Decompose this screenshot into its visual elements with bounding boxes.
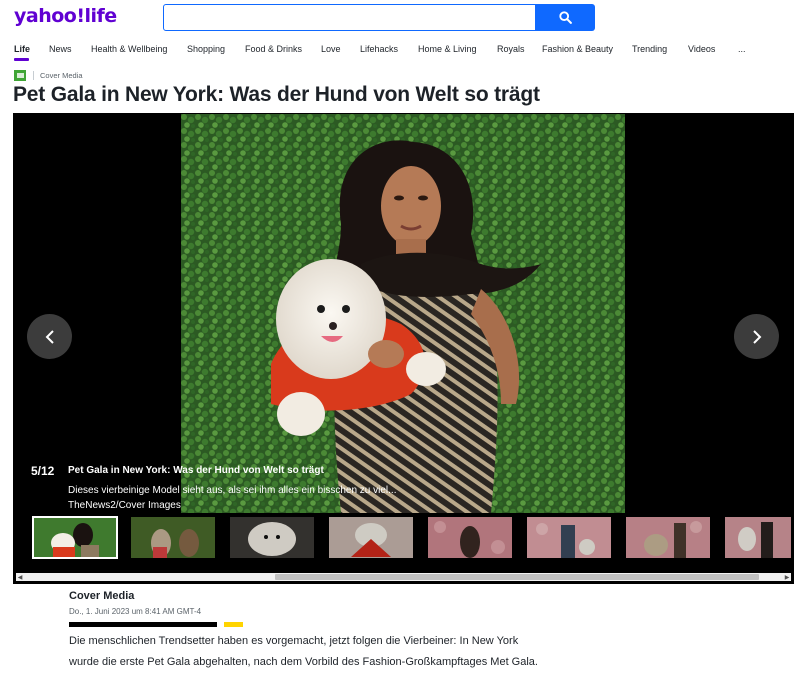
header: yahoo!life bbox=[0, 0, 800, 36]
chevron-left-icon bbox=[45, 329, 54, 344]
thumbnail[interactable] bbox=[428, 517, 512, 558]
nav-item-love[interactable]: Love bbox=[321, 44, 341, 54]
nav-item-food-drinks[interactable]: Food & Drinks bbox=[245, 44, 302, 54]
slideshow: 5/12 Pet Gala in New York: Was der Hund … bbox=[13, 113, 794, 584]
thumbnail[interactable] bbox=[527, 517, 611, 558]
nav-item-fashion-beauty[interactable]: Fashion & Beauty bbox=[542, 44, 613, 54]
source-name[interactable]: Cover Media bbox=[40, 71, 83, 80]
search-icon bbox=[559, 11, 572, 24]
source-row: Cover Media bbox=[14, 69, 83, 81]
category-nav: Life News Health & Wellbeing Shopping Fo… bbox=[0, 41, 800, 63]
thumbnail-strip bbox=[13, 514, 794, 562]
nav-item-royals[interactable]: Royals bbox=[497, 44, 525, 54]
yahoo-life-logo[interactable]: yahoo!life bbox=[14, 5, 117, 27]
divider bbox=[224, 622, 243, 627]
article-paragraph-line: wurde die erste Pet Gala abgehalten, nac… bbox=[69, 656, 538, 668]
thumbnail[interactable] bbox=[626, 517, 710, 558]
nav-item-trending[interactable]: Trending bbox=[632, 44, 667, 54]
nav-item-shopping[interactable]: Shopping bbox=[187, 44, 225, 54]
slide-caption: Dieses vierbeinige Model sieht aus, als … bbox=[68, 485, 397, 496]
nav-item-lifehacks[interactable]: Lifehacks bbox=[360, 44, 398, 54]
scroll-left-arrow[interactable]: ◀ bbox=[16, 573, 24, 581]
thumbnail-scrollbar[interactable]: ◀ ▶ bbox=[16, 573, 791, 581]
thumbnail[interactable] bbox=[725, 517, 791, 558]
thumbnail[interactable] bbox=[230, 517, 314, 558]
active-tab-indicator bbox=[14, 58, 29, 61]
article-headline: Pet Gala in New York: Was der Hund von W… bbox=[13, 83, 540, 106]
next-slide-button[interactable] bbox=[734, 314, 779, 359]
publish-date: Do., 1. Juni 2023 um 8:41 AM GMT-4 bbox=[69, 607, 202, 616]
thumbnail[interactable] bbox=[131, 517, 215, 558]
thumbnail[interactable] bbox=[32, 516, 118, 559]
nav-item-health-wellbeing[interactable]: Health & Wellbeing bbox=[91, 44, 167, 54]
divider bbox=[69, 622, 217, 627]
scroll-right-arrow[interactable]: ▶ bbox=[783, 573, 791, 581]
divider bbox=[33, 70, 34, 80]
nav-item-news[interactable]: News bbox=[49, 44, 72, 54]
article-paragraph-line: Die menschlichen Trendsetter haben es vo… bbox=[69, 635, 519, 647]
nav-item-home-living[interactable]: Home & Living bbox=[418, 44, 477, 54]
scrollbar-thumb[interactable] bbox=[275, 574, 759, 580]
slide-counter: 5/12 bbox=[31, 464, 55, 478]
previous-slide-button[interactable] bbox=[27, 314, 72, 359]
slide-title: Pet Gala in New York: Was der Hund von W… bbox=[68, 465, 324, 476]
thumbnail[interactable] bbox=[329, 517, 413, 558]
slide-image bbox=[181, 114, 625, 513]
nav-item-life[interactable]: Life bbox=[14, 44, 30, 54]
nav-more-button[interactable]: ... bbox=[738, 44, 746, 54]
chevron-right-icon bbox=[752, 329, 761, 344]
slide-credit: TheNews2/Cover Images bbox=[68, 500, 181, 511]
author-name[interactable]: Cover Media bbox=[69, 590, 134, 602]
cover-media-logo[interactable] bbox=[14, 69, 26, 81]
search-button[interactable] bbox=[536, 4, 595, 31]
nav-item-videos[interactable]: Videos bbox=[688, 44, 715, 54]
search-input[interactable] bbox=[163, 4, 536, 31]
